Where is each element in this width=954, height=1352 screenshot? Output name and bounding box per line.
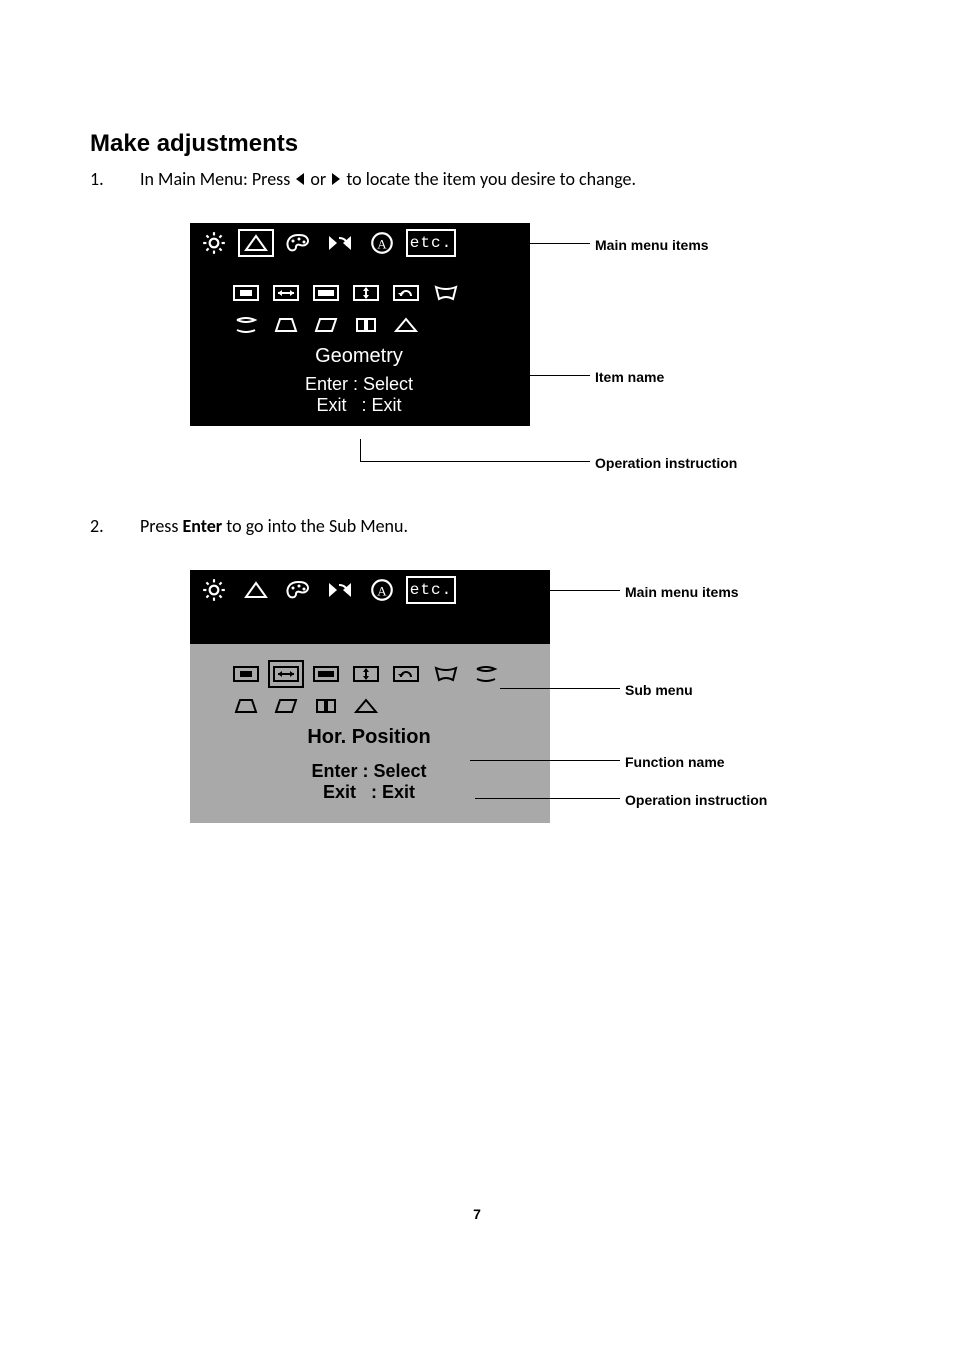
vsize-icon: [310, 662, 342, 686]
step-2-number: 2.: [90, 515, 140, 537]
hpos-icon: [270, 281, 302, 305]
step-1: 1. In Main Menu: Press or to locate the …: [90, 166, 864, 193]
brightness-icon: [196, 576, 232, 604]
corner-icon: [390, 313, 422, 337]
osd-sub-menu: A etc. Hor. Position Enter : Select Exit…: [190, 570, 550, 823]
annotation-operation-instruction: Operation instruction: [595, 455, 737, 471]
osd-item-name: Geometry: [200, 345, 518, 368]
figure-1: A etc. Geometry Enter : Select Exit : Ex…: [190, 223, 820, 473]
geometry-icon: [238, 229, 274, 257]
pinbalance-icon: [230, 313, 262, 337]
trapezoid-icon: [230, 694, 262, 718]
parallel-icon: [270, 694, 302, 718]
submenu-icons-2: [230, 662, 510, 718]
recall-icon: [322, 229, 358, 257]
hsize-icon: [230, 662, 262, 686]
osd-topbar: A etc.: [190, 223, 530, 263]
recall-icon: [322, 576, 358, 604]
annotation-item-name: Item name: [595, 369, 664, 385]
osd-main-menu: A etc. Geometry Enter : Select Exit : Ex…: [190, 223, 530, 426]
step-2: 2. Press Enter to go into the Sub Menu.: [90, 513, 864, 540]
osd-operation-lines-2: Enter : Select Exit : Exit: [200, 755, 538, 813]
pincushion-icon: [430, 281, 462, 305]
osd-panel-2: Hor. Position Enter : Select Exit : Exit: [190, 644, 550, 823]
osd-blankbar: [190, 610, 550, 644]
hpos-icon: [270, 662, 302, 686]
rotate-icon: [390, 281, 422, 305]
figure-2: A etc. Hor. Position Enter : Select Exit…: [190, 570, 890, 860]
right-arrow-icon: [330, 171, 342, 187]
vpos-icon: [350, 281, 382, 305]
step-2-text: Press Enter to go into the Sub Menu.: [140, 513, 864, 540]
submenu-icons: [230, 281, 490, 337]
annotation-main-menu-items-2: Main menu items: [625, 584, 739, 600]
palette-icon: [280, 229, 316, 257]
brightness-icon: [196, 229, 232, 257]
page-heading: Make adjustments: [90, 130, 864, 158]
palette-icon: [280, 576, 316, 604]
svg-text:A: A: [377, 583, 387, 598]
etc-box: etc.: [406, 576, 456, 604]
geometry-icon: [238, 576, 274, 604]
trapezoid-icon: [270, 313, 302, 337]
keystone-icon: [350, 313, 382, 337]
annotation-main-menu-items: Main menu items: [595, 237, 709, 253]
vpos-icon: [350, 662, 382, 686]
vsize-icon: [310, 281, 342, 305]
annotation-function-name: Function name: [625, 754, 725, 770]
page-number: 7: [0, 1206, 954, 1222]
rotate-icon: [390, 662, 422, 686]
pinbalance-icon: [470, 662, 502, 686]
hsize-icon: [230, 281, 262, 305]
language-icon: A: [364, 229, 400, 257]
osd-panel: Geometry Enter : Select Exit : Exit: [190, 263, 530, 426]
parallel-icon: [310, 313, 342, 337]
keystone-icon: [310, 694, 342, 718]
language-icon: A: [364, 576, 400, 604]
etc-box: etc.: [406, 229, 456, 257]
annotation-operation-instruction-2: Operation instruction: [625, 792, 767, 808]
svg-text:A: A: [377, 236, 387, 251]
annotation-sub-menu: Sub menu: [625, 682, 693, 698]
pincushion-icon: [430, 662, 462, 686]
osd-function-name: Hor. Position: [200, 726, 538, 749]
corner-icon: [350, 694, 382, 718]
step-1-text: In Main Menu: Press or to locate the ite…: [140, 166, 864, 193]
left-arrow-icon: [294, 171, 306, 187]
osd-operation-lines: Enter : Select Exit : Exit: [200, 374, 518, 416]
osd-topbar-2: A etc.: [190, 570, 550, 610]
step-1-number: 1.: [90, 168, 140, 190]
